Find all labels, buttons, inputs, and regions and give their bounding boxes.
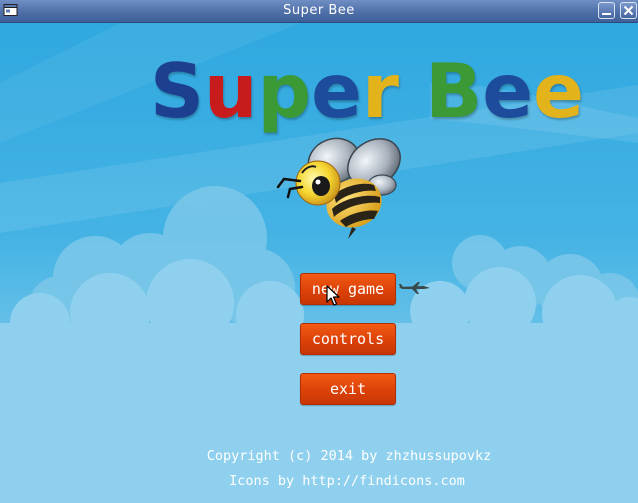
- new-game-button[interactable]: new game: [300, 273, 396, 305]
- minimize-icon: [602, 13, 611, 15]
- exit-button[interactable]: exit: [300, 373, 396, 405]
- title-letter: e: [311, 47, 362, 135]
- game-title: Super Bee: [150, 51, 590, 131]
- icons-credit-text: Icons by http://findicons.com: [229, 473, 465, 489]
- title-letter: u: [204, 47, 258, 135]
- title-letter: [399, 51, 425, 131]
- copyright-text: Copyright (c) 2014 by zhzhussupovkz: [206, 448, 492, 464]
- window-title: Super Bee: [283, 3, 355, 18]
- bee-icon: [276, 137, 401, 239]
- close-icon: [623, 5, 634, 16]
- title-letter: S: [150, 47, 205, 135]
- close-button[interactable]: [620, 2, 637, 19]
- title-letter: e: [482, 47, 534, 135]
- title-letter: B: [425, 47, 483, 135]
- minimize-button[interactable]: [598, 2, 615, 19]
- game-canvas[interactable]: Super Bee new game controls exit Copyrig…: [0, 23, 638, 503]
- title-letter: r: [362, 47, 399, 135]
- mouse-cursor-icon: [326, 285, 340, 306]
- title-letter: e: [533, 47, 585, 135]
- window-titlebar[interactable]: Super Bee: [0, 0, 638, 23]
- title-letter: p: [257, 47, 312, 135]
- airplane-icon: [399, 282, 430, 294]
- controls-button[interactable]: controls: [300, 323, 396, 355]
